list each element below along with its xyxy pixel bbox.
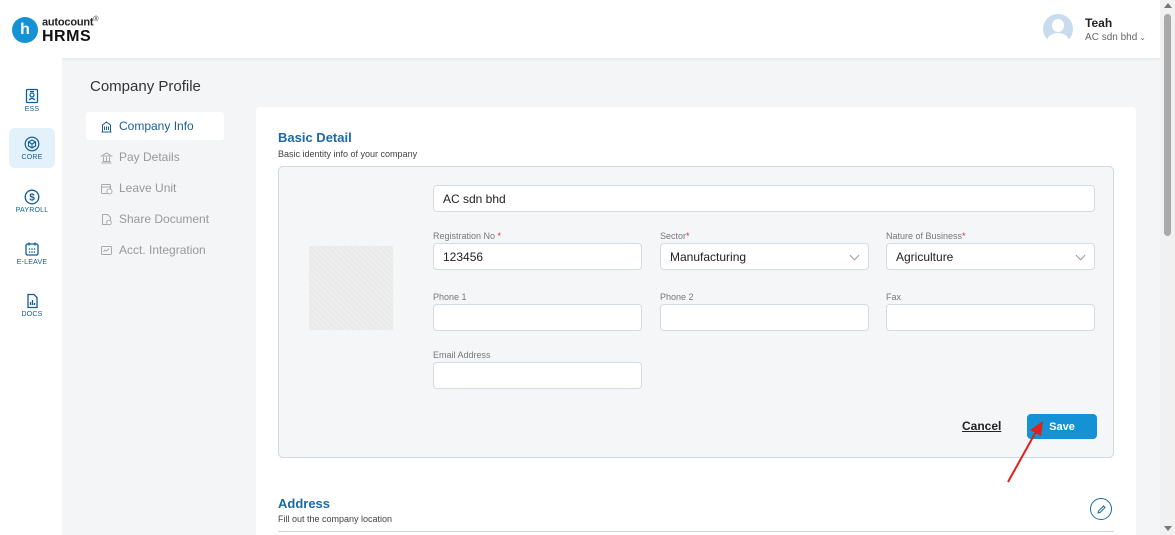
address-title: Address: [278, 496, 331, 511]
rail-item-payroll[interactable]: $ PAYROLL: [9, 181, 55, 221]
subnav-label: Share Document: [119, 212, 210, 226]
integration-icon: [101, 245, 112, 255]
rail-label-core: CORE: [21, 153, 43, 161]
svg-text:$: $: [29, 192, 35, 203]
rail-label-ess: ESS: [24, 105, 40, 113]
fax-field[interactable]: [886, 304, 1095, 331]
fax-label: Fax: [886, 292, 902, 302]
subnav-item-pay-details[interactable]: Pay Details: [86, 143, 224, 171]
required-marker: *: [497, 231, 502, 241]
user-company: AC sdn bhd: [1085, 31, 1138, 43]
rail-item-core[interactable]: CORE: [9, 128, 55, 168]
sector-label: Sector: [660, 231, 687, 241]
module-rail: ESS CORE $ PAYROLL E-LEAVE DOCS: [0, 58, 62, 535]
required-marker: *: [962, 231, 966, 241]
document-chart-icon: [27, 293, 38, 308]
rail-label-payroll: PAYROLL: [15, 206, 49, 214]
scroll-thumb[interactable]: [1164, 14, 1171, 236]
basic-detail-form: AC sdn bhd Registration No * 123456 Sect…: [278, 166, 1114, 458]
logo-product-name: HRMS: [42, 27, 92, 45]
subnav-label: Leave Unit: [119, 181, 177, 195]
phone2-label: Phone 2: [660, 292, 694, 302]
registration-no-label: Registration No: [433, 231, 496, 241]
logo-badge: h: [12, 17, 38, 44]
nature-of-business-label: Nature of Business: [886, 231, 963, 241]
subnav-item-share-document[interactable]: Share Document: [86, 205, 224, 233]
page-scrollbar[interactable]: [1160, 0, 1175, 535]
chevron-down-icon: [849, 250, 860, 261]
annotation-arrow-icon: [1007, 421, 1043, 483]
phone1-field[interactable]: [433, 304, 642, 331]
email-label: Email Address: [433, 350, 491, 360]
rail-item-e-leave[interactable]: E-LEAVE: [9, 233, 55, 273]
cube-icon: [24, 136, 40, 151]
company-name-field[interactable]: AC sdn bhd: [433, 185, 1095, 212]
rail-item-docs[interactable]: DOCS: [9, 285, 55, 325]
id-badge-icon: [25, 88, 39, 103]
nature-of-business-value: Agriculture: [896, 249, 954, 264]
email-field[interactable]: [433, 362, 642, 389]
address-divider: [278, 531, 1114, 532]
subnav-item-company-info[interactable]: Company Info: [86, 112, 224, 140]
company-logo-placeholder[interactable]: [309, 246, 393, 330]
phone2-field[interactable]: [660, 304, 869, 331]
scroll-down-icon[interactable]: [1164, 526, 1172, 531]
subnav-item-acct-integration[interactable]: Acct. Integration: [86, 236, 224, 264]
phone1-label: Phone 1: [433, 292, 467, 302]
nature-of-business-select[interactable]: Agriculture: [886, 243, 1095, 270]
building-icon: [101, 120, 112, 132]
calendar-clock-icon: [101, 183, 113, 194]
subnav-label: Pay Details: [119, 150, 180, 164]
calendar-icon: [25, 242, 39, 256]
chevron-down-icon: [1075, 250, 1086, 261]
rail-label-e-leave: E-LEAVE: [16, 258, 48, 266]
avatar[interactable]: [1043, 14, 1074, 44]
cancel-button[interactable]: Cancel: [962, 419, 1001, 433]
scroll-up-icon[interactable]: [1164, 3, 1172, 8]
sector-select[interactable]: Manufacturing: [660, 243, 869, 270]
top-header: h autocount® HRMS Teah AC sdn bhd ⌄: [0, 0, 1160, 58]
profile-subnav: Company Info Pay Details Leave Unit Shar…: [86, 112, 224, 267]
subnav-label: Company Info: [119, 119, 194, 133]
document-share-icon: [102, 213, 112, 225]
basic-detail-title: Basic Detail: [278, 130, 352, 145]
edit-address-button[interactable]: [1090, 498, 1112, 520]
subnav-label: Acct. Integration: [119, 243, 206, 257]
subnav-item-leave-unit[interactable]: Leave Unit: [86, 174, 224, 202]
rail-label-docs: DOCS: [21, 310, 43, 318]
user-menu[interactable]: Teah AC sdn bhd ⌄: [1043, 14, 1146, 44]
basic-detail-subtitle: Basic identity info of your company: [278, 149, 418, 159]
app-logo[interactable]: h autocount® HRMS: [12, 16, 99, 45]
registration-no-value: 123456: [443, 249, 484, 264]
address-subtitle: Fill out the company location: [278, 514, 393, 524]
sector-value: Manufacturing: [670, 249, 747, 264]
chevron-down-icon[interactable]: ⌄: [1139, 33, 1146, 42]
dollar-coin-icon: $: [24, 189, 40, 204]
pencil-icon: [1096, 504, 1106, 514]
page-title: Company Profile: [90, 78, 201, 95]
registration-no-field[interactable]: 123456: [433, 243, 642, 270]
company-name-value: AC sdn bhd: [443, 191, 506, 206]
logo-top-text: autocount: [42, 16, 94, 29]
logo-registered-mark: ®: [93, 16, 99, 23]
bank-icon: [100, 151, 113, 163]
required-marker: *: [686, 231, 690, 241]
user-name: Teah: [1085, 15, 1113, 30]
rail-item-ess[interactable]: ESS: [9, 80, 55, 120]
